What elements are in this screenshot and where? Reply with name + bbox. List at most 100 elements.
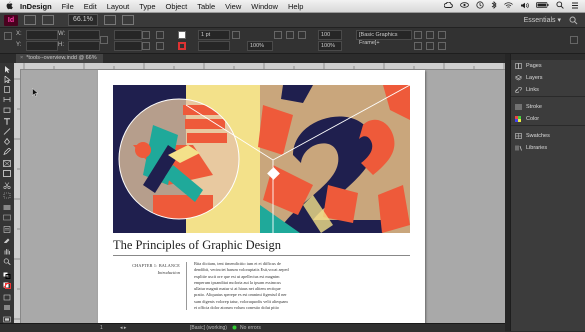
content-collector-icon[interactable] — [3, 106, 11, 113]
volume-icon[interactable] — [520, 2, 529, 11]
arrange-documents-icon[interactable] — [121, 15, 134, 25]
page-title[interactable]: The Principles of Graphic Design — [113, 238, 281, 253]
scale-x-field[interactable] — [114, 30, 142, 40]
align-right-icon[interactable] — [438, 42, 446, 50]
panel-libraries[interactable]: Libraries — [511, 142, 585, 154]
reference-point-icon[interactable] — [4, 32, 12, 40]
selection-tool-icon[interactable] — [3, 66, 11, 73]
x-label: X: — [16, 31, 22, 37]
rectangle-frame-tool-icon[interactable] — [3, 160, 11, 167]
shear-icon[interactable] — [142, 42, 150, 50]
panel-layers[interactable]: Layers — [511, 72, 585, 84]
document-tab[interactable]: × *tools--overview.indd @ 66% — [16, 54, 103, 63]
body-text-frame[interactable]: Bita dicitam, tent timendicitio ium et e… — [194, 261, 312, 311]
pencil-tool-icon[interactable] — [3, 148, 11, 155]
menu-type[interactable]: Type — [134, 2, 160, 11]
creative-cloud-icon[interactable] — [443, 1, 453, 10]
stroke-type-field[interactable] — [198, 41, 230, 51]
menu-window[interactable]: Window — [246, 2, 283, 11]
width-field[interactable] — [68, 30, 100, 40]
opacity-field[interactable]: 100% — [247, 41, 273, 51]
panel-stroke[interactable]: Stroke — [511, 101, 585, 113]
note-tool-icon[interactable] — [3, 226, 11, 233]
gradient-swatch-tool-icon[interactable] — [3, 204, 11, 211]
type-tool-icon[interactable] — [3, 118, 11, 125]
y-position-field[interactable] — [26, 41, 58, 51]
notification-center-icon[interactable] — [571, 2, 579, 11]
screen-mode-tool-icon[interactable] — [3, 316, 11, 323]
text-wrap-around-icon[interactable] — [286, 31, 294, 39]
formatting-affects-container-icon[interactable] — [3, 294, 11, 301]
fill-stroke-swatch-icon[interactable] — [3, 282, 11, 289]
default-fill-stroke-icon[interactable] — [3, 272, 11, 279]
chapter-label[interactable]: CHAPTER 1: BALANCE — [130, 263, 180, 268]
vertical-ruler[interactable] — [14, 69, 21, 323]
direct-selection-tool-icon[interactable] — [3, 76, 11, 83]
text-wrap-jump-icon[interactable] — [298, 31, 306, 39]
stroke-swatch-icon[interactable] — [178, 42, 186, 50]
gradient-feather-tool-icon[interactable] — [3, 214, 11, 221]
gap-tool-icon[interactable] — [3, 96, 11, 103]
libraries-icon — [515, 145, 522, 151]
panel-swatches[interactable]: Swatches — [511, 130, 585, 142]
align-center-icon[interactable] — [426, 42, 434, 50]
fx-effects-icon[interactable] — [232, 31, 240, 39]
fill-swatch-icon[interactable] — [178, 31, 186, 39]
menu-view[interactable]: View — [220, 2, 246, 11]
eyedropper-tool-icon[interactable] — [3, 236, 11, 243]
wifi-icon[interactable] — [504, 1, 513, 11]
menu-help[interactable]: Help — [283, 2, 308, 11]
menu-file[interactable]: File — [57, 2, 79, 11]
bluetooth-icon[interactable] — [491, 1, 497, 11]
zoom-level-field[interactable]: 66.1% — [68, 14, 98, 26]
intro-label[interactable]: Introduction — [130, 270, 180, 275]
constrain-proportions-icon[interactable] — [100, 36, 108, 44]
height-field[interactable] — [68, 41, 100, 51]
rectangle-tool-icon[interactable] — [3, 170, 11, 177]
menu-layout[interactable]: Layout — [102, 2, 135, 11]
help-search-icon[interactable] — [569, 16, 581, 25]
rotate-icon[interactable] — [142, 31, 150, 39]
eye-icon[interactable] — [460, 2, 469, 10]
battery-icon[interactable] — [536, 2, 549, 10]
page-tool-icon[interactable] — [3, 86, 11, 93]
pen-tool-icon[interactable] — [3, 138, 11, 145]
fit-content-icon[interactable] — [426, 31, 434, 39]
screen-mode-icon[interactable] — [103, 15, 116, 25]
close-tab-icon[interactable]: × — [20, 55, 23, 61]
control-panel-menu-icon[interactable] — [570, 36, 578, 44]
scale-y-field[interactable] — [114, 41, 142, 51]
panel-pages[interactable]: Pages — [511, 60, 585, 72]
menu-object[interactable]: Object — [161, 2, 193, 11]
view-options-icon[interactable] — [42, 15, 54, 25]
flip-vertical-icon[interactable] — [156, 42, 164, 50]
time-machine-icon[interactable] — [476, 1, 484, 11]
stroke-weight-field[interactable]: 1 pt — [198, 30, 230, 40]
align-left-icon[interactable] — [414, 42, 422, 50]
bridge-icon[interactable] — [24, 15, 36, 25]
workspace-switcher[interactable]: Essentials ▾ — [524, 16, 561, 24]
menu-app-indesign[interactable]: InDesign — [18, 2, 57, 11]
frame-value-field[interactable]: 100 — [318, 30, 342, 40]
apple-menu-icon[interactable] — [0, 1, 18, 12]
menu-table[interactable]: Table — [192, 2, 220, 11]
horizontal-ruler[interactable] — [14, 63, 505, 70]
apply-color-icon[interactable] — [3, 304, 11, 311]
fitting-icon[interactable] — [414, 31, 422, 39]
line-tool-icon[interactable] — [3, 128, 11, 135]
hand-tool-icon[interactable] — [3, 248, 11, 255]
menu-edit[interactable]: Edit — [79, 2, 102, 11]
flip-horizontal-icon[interactable] — [156, 31, 164, 39]
panel-color[interactable]: Color — [511, 113, 585, 125]
spotlight-search-icon[interactable] — [556, 1, 564, 11]
x-position-field[interactable] — [26, 30, 58, 40]
size-value-field[interactable]: 100% — [318, 41, 342, 51]
scissors-tool-icon[interactable] — [3, 182, 11, 189]
text-wrap-icon[interactable] — [274, 31, 282, 39]
cover-artwork-image[interactable] — [113, 85, 410, 233]
zoom-tool-icon[interactable] — [3, 258, 11, 265]
object-style-select[interactable]: [Basic Graphics Frame]+ — [356, 30, 412, 46]
fit-frame-icon[interactable] — [438, 31, 446, 39]
free-transform-tool-icon[interactable] — [3, 192, 11, 199]
panel-links[interactable]: Links — [511, 84, 585, 96]
